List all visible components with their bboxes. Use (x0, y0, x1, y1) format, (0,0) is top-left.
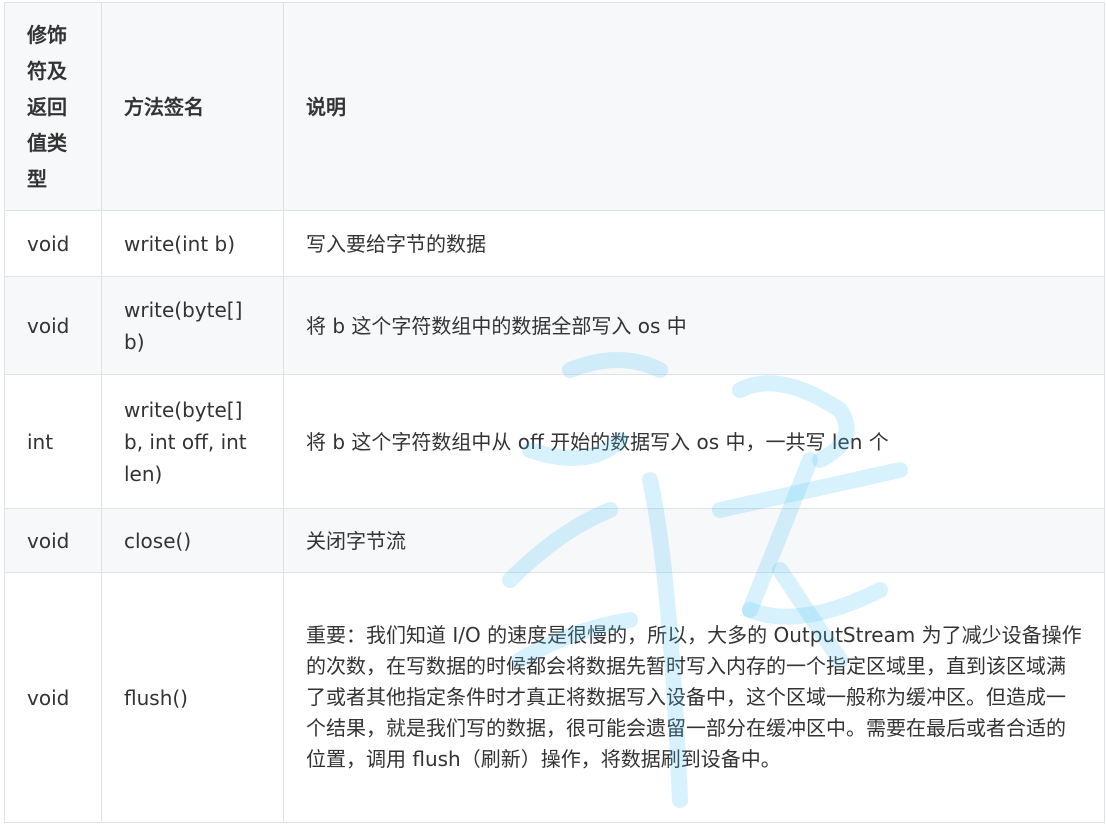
cell-modifier: void (4, 276, 102, 375)
cell-description: 写入要给字节的数据 (283, 210, 1105, 277)
cell-description: 将 b 这个字符数组中的数据全部写入 os 中 (283, 276, 1105, 375)
table-row: int write(byte[] b, int off, int len) 将 … (4, 374, 1105, 509)
cell-signature: write(byte[] b) (101, 276, 284, 375)
cell-signature: write(int b) (101, 210, 284, 277)
header-description: 说明 (283, 2, 1105, 211)
table-header-row: 修饰符及返回值类型 方法签名 说明 (4, 2, 1105, 211)
cell-signature: write(byte[] b, int off, int len) (101, 374, 284, 509)
table-row: void write(byte[] b) 将 b 这个字符数组中的数据全部写入 … (4, 276, 1105, 375)
cell-modifier: void (4, 210, 102, 277)
cell-modifier: void (4, 572, 102, 823)
cell-signature: flush() (101, 572, 284, 823)
cell-signature: close() (101, 508, 284, 573)
cell-description: 关闭字节流 (283, 508, 1105, 573)
header-modifier: 修饰符及返回值类型 (4, 2, 102, 211)
header-signature: 方法签名 (101, 2, 284, 211)
table-row: void flush() 重要：我们知道 I/O 的速度是很慢的，所以，大多的 … (4, 572, 1105, 823)
table-row: void close() 关闭字节流 (4, 508, 1105, 573)
table-row: void write(int b) 写入要给字节的数据 (4, 210, 1105, 277)
cell-description: 将 b 这个字符数组中从 off 开始的数据写入 os 中，一共写 len 个 (283, 374, 1105, 509)
cell-description: 重要：我们知道 I/O 的速度是很慢的，所以，大多的 OutputStream … (283, 572, 1105, 823)
method-table: 修饰符及返回值类型 方法签名 说明 void write(int b) 写入要给… (4, 2, 1105, 823)
cell-modifier: int (4, 374, 102, 509)
cell-modifier: void (4, 508, 102, 573)
